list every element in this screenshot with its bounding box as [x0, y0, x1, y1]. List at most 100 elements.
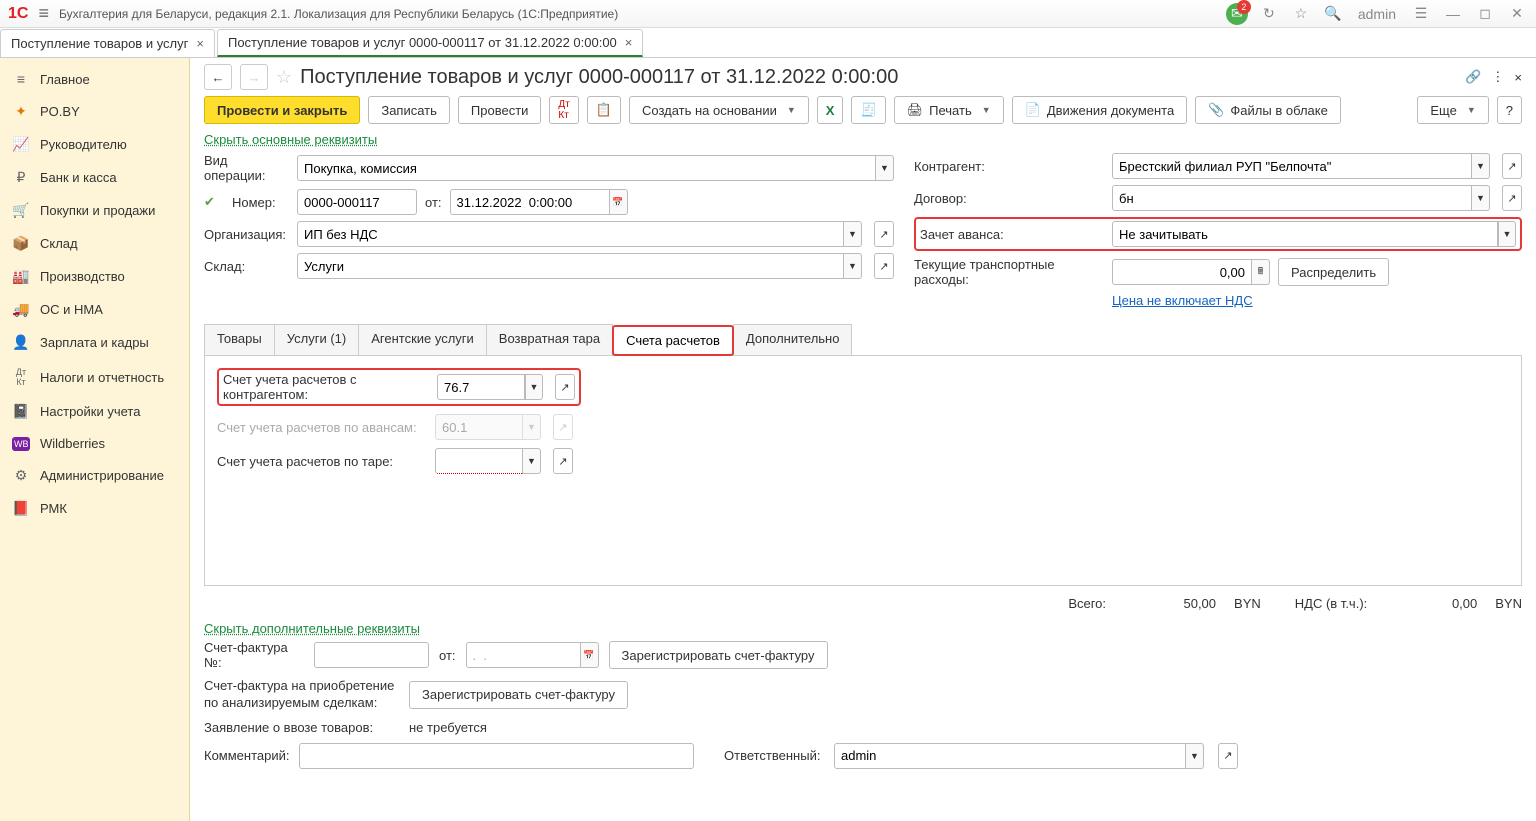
- sidebar-item-assets[interactable]: 🚚ОС и НМА: [0, 293, 189, 326]
- sidebar-item-production[interactable]: 🏭Производство: [0, 260, 189, 293]
- tab-goods[interactable]: Товары: [204, 324, 275, 355]
- sidebar-item-wb[interactable]: WBWildberries: [0, 428, 189, 459]
- sidebar-item-main[interactable]: ≡Главное: [0, 63, 189, 95]
- date-input[interactable]: [450, 189, 610, 215]
- dtkt-icon: ДтКт: [12, 367, 30, 387]
- doc-tab-list[interactable]: Поступление товаров и услуг ×: [0, 29, 215, 57]
- more-icon[interactable]: ⋮: [1491, 69, 1504, 85]
- maximize-icon[interactable]: ◻: [1474, 3, 1496, 25]
- sidebar-item-settings[interactable]: 📓Настройки учета: [0, 395, 189, 428]
- advance-dropdown[interactable]: ▼: [1498, 221, 1516, 247]
- excel-button[interactable]: X: [817, 96, 844, 124]
- sidebar-item-tax[interactable]: ДтКтНалоги и отчетность: [0, 359, 189, 395]
- user-label[interactable]: admin: [1354, 3, 1400, 25]
- distribute-button[interactable]: Распределить: [1278, 258, 1389, 286]
- number-input[interactable]: [297, 189, 417, 215]
- notifications-icon[interactable]: ✉2: [1226, 3, 1248, 25]
- sf-num-input[interactable]: [314, 642, 429, 668]
- account-open-button[interactable]: ↗: [555, 374, 575, 400]
- search-icon[interactable]: 🔍: [1322, 3, 1344, 25]
- counterparty-open-button[interactable]: ↗: [1502, 153, 1522, 179]
- op-type-input[interactable]: [297, 155, 876, 181]
- sf-num-label: Счет-фактура №:: [204, 640, 304, 670]
- dtkt-button[interactable]: ДтКт: [549, 96, 578, 124]
- op-type-dropdown[interactable]: ▼: [876, 155, 894, 181]
- org-dropdown[interactable]: ▼: [844, 221, 862, 247]
- hide-additional-link[interactable]: Скрыть дополнительные реквизиты: [204, 621, 420, 636]
- org-input[interactable]: [297, 221, 844, 247]
- hide-requisites-link[interactable]: Скрыть основные реквизиты: [204, 132, 377, 147]
- vat-value: 0,00: [1381, 596, 1481, 611]
- sidebar-item-bank[interactable]: ₽Банк и касса: [0, 161, 189, 194]
- org-open-button[interactable]: ↗: [874, 221, 894, 247]
- warehouse-open-button[interactable]: ↗: [874, 253, 894, 279]
- doc-tab-current[interactable]: Поступление товаров и услуг 0000-000117 …: [217, 29, 643, 57]
- warehouse-dropdown[interactable]: ▼: [844, 253, 862, 279]
- tab-tare[interactable]: Возвратная тара: [486, 324, 613, 355]
- close-page-icon[interactable]: ×: [1514, 70, 1522, 85]
- sidebar-item-rmk[interactable]: 📕РМК: [0, 492, 189, 525]
- favorite-icon[interactable]: ☆: [1290, 3, 1312, 25]
- tab-additional[interactable]: Дополнительно: [733, 324, 853, 355]
- responsible-dropdown[interactable]: ▼: [1186, 743, 1204, 769]
- tab-close-icon[interactable]: ×: [625, 35, 633, 50]
- write-button[interactable]: Записать: [368, 96, 450, 124]
- account-dropdown[interactable]: ▼: [525, 374, 543, 400]
- nav-forward-button[interactable]: →: [240, 64, 268, 90]
- home-icon: ≡: [12, 71, 30, 87]
- counterparty-dropdown[interactable]: ▼: [1472, 153, 1490, 179]
- files-button[interactable]: 📎Файлы в облаке: [1195, 96, 1341, 124]
- sidebar-item-trade[interactable]: 🛒Покупки и продажи: [0, 194, 189, 227]
- contract-input[interactable]: [1112, 185, 1472, 211]
- history-icon[interactable]: ↻: [1258, 3, 1280, 25]
- advance-input[interactable]: [1112, 221, 1498, 247]
- sidebar-item-admin[interactable]: ⚙Администрирование: [0, 459, 189, 492]
- sidebar-item-poby[interactable]: ✦PO.BY: [0, 95, 189, 128]
- register-sf-button2[interactable]: Зарегистрировать счет-фактуру: [409, 681, 628, 709]
- comment-input[interactable]: [299, 743, 694, 769]
- sidebar-item-manager[interactable]: 📈Руководителю: [0, 128, 189, 161]
- responsible-input[interactable]: [834, 743, 1186, 769]
- counterparty-input[interactable]: [1112, 153, 1472, 179]
- movements-button[interactable]: 📄Движения документа: [1012, 96, 1188, 124]
- menu-icon[interactable]: ≡: [38, 3, 49, 24]
- tab-agent[interactable]: Агентские услуги: [358, 324, 487, 355]
- register-sf-button[interactable]: Зарегистрировать счет-фактуру: [609, 641, 828, 669]
- vat-mode-link[interactable]: Цена не включает НДС: [1112, 293, 1253, 308]
- contract-open-button[interactable]: ↗: [1502, 185, 1522, 211]
- warehouse-input[interactable]: [297, 253, 844, 279]
- calendar-icon[interactable]: 📅: [581, 642, 599, 668]
- transport-input[interactable]: [1112, 259, 1252, 285]
- tab-accounts[interactable]: Счета расчетов: [612, 325, 734, 356]
- more-button[interactable]: Еще▼: [1417, 96, 1488, 124]
- nav-back-button[interactable]: ←: [204, 64, 232, 90]
- account-counterparty-input[interactable]: [437, 374, 525, 400]
- minimize-icon[interactable]: —: [1442, 3, 1464, 25]
- dtkt-icon: ДтКт: [558, 99, 569, 121]
- sidebar-item-warehouse[interactable]: 📦Склад: [0, 227, 189, 260]
- close-icon[interactable]: ✕: [1506, 3, 1528, 25]
- account-dropdown[interactable]: ▼: [523, 448, 541, 474]
- account-tare-input[interactable]: [435, 448, 523, 474]
- calc-icon[interactable]: 🖩: [1252, 259, 1270, 285]
- sidebar-item-hr[interactable]: 👤Зарплата и кадры: [0, 326, 189, 359]
- link-icon[interactable]: 🔗: [1465, 69, 1481, 85]
- receipt-button[interactable]: 🧾: [851, 96, 885, 124]
- create-based-button[interactable]: Создать на основании▼: [629, 96, 809, 124]
- post-button[interactable]: Провести: [458, 96, 542, 124]
- settings-icon[interactable]: ☰: [1410, 3, 1432, 25]
- copy-button[interactable]: 📋: [587, 96, 621, 124]
- sf-date-input[interactable]: [466, 642, 581, 668]
- factory-icon: 🏭: [12, 268, 30, 285]
- tab-services[interactable]: Услуги (1): [274, 324, 359, 355]
- print-button[interactable]: 🖨Печать▼: [894, 96, 1004, 124]
- person-icon: 👤: [12, 334, 30, 351]
- responsible-open-button[interactable]: ↗: [1218, 743, 1238, 769]
- help-button[interactable]: ?: [1497, 96, 1522, 124]
- tab-close-icon[interactable]: ×: [196, 36, 204, 51]
- favorite-star-icon[interactable]: ☆: [276, 67, 292, 88]
- account-open-button[interactable]: ↗: [553, 448, 573, 474]
- calendar-icon[interactable]: 📅: [610, 189, 628, 215]
- contract-dropdown[interactable]: ▼: [1472, 185, 1490, 211]
- post-close-button[interactable]: Провести и закрыть: [204, 96, 360, 124]
